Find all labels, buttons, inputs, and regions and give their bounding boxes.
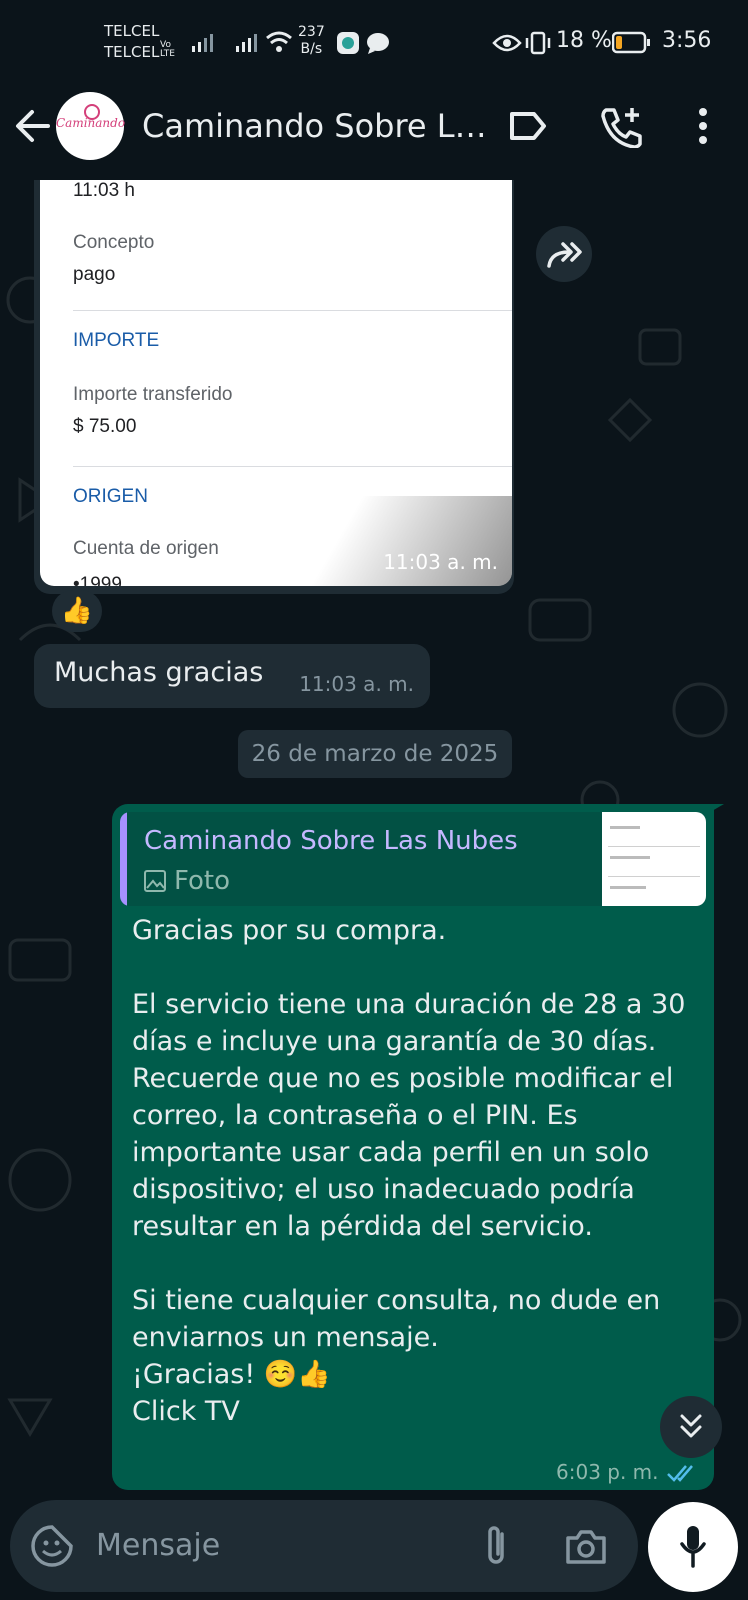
message-input[interactable]: Mensaje <box>96 1528 220 1563</box>
thumb-text <box>610 856 650 859</box>
quote-author: Caminando Sobre Las Nubes <box>144 826 518 856</box>
amount-value: $ 75.00 <box>73 416 137 437</box>
contact-name[interactable]: Caminando Sobre L… <box>142 107 487 145</box>
clock: 3:56 <box>662 28 712 53</box>
status-bar: TELCEL TELCEL Vo LTE 237 B/s 18 % 3:56 <box>0 0 748 88</box>
volte-bottom: LTE <box>160 49 175 59</box>
signal-icon-2 <box>236 34 257 52</box>
receipt-image[interactable]: 11:03 h Concepto pago IMPORTE Importe tr… <box>40 180 512 586</box>
quoted-message[interactable]: Caminando Sobre Las Nubes Foto <box>120 812 706 906</box>
origin-section-title: ORIGEN <box>73 486 148 507</box>
eye-icon <box>492 34 522 52</box>
quote-thumbnail <box>602 812 706 906</box>
photo-icon <box>144 870 166 892</box>
reaction-badge[interactable]: 👍 <box>52 590 102 632</box>
incoming-message[interactable]: Muchas gracias 11:03 a. m. <box>34 644 430 708</box>
amount-section-title: IMPORTE <box>73 330 160 351</box>
chat-notification-icon <box>367 33 389 54</box>
origin-value: •1999 <box>73 574 122 586</box>
net-speed-value: 237 <box>298 24 325 40</box>
emoji-sticker-icon[interactable] <box>30 1524 74 1568</box>
amount-label: Importe transferido <box>73 384 233 405</box>
message-time: 11:03 a. m. <box>383 550 498 574</box>
chat-header: Caminando Caminando Sobre L… <box>0 88 748 180</box>
forward-icon <box>547 242 582 268</box>
attach-icon[interactable] <box>482 1524 512 1570</box>
net-speed-unit: B/s <box>300 41 323 57</box>
message-time: 6:03 p. m. <box>556 1460 659 1484</box>
quote-type: Foto <box>174 866 231 896</box>
signal-icon <box>192 34 213 52</box>
thumb-divider <box>608 876 700 877</box>
message-text: Gracias por su compra. El servicio tiene… <box>132 915 686 1427</box>
avatar-logo-mark <box>84 104 100 120</box>
label-icon[interactable] <box>508 110 548 142</box>
forward-button[interactable] <box>536 226 592 282</box>
vibrate-icon <box>525 31 551 55</box>
thumb-text <box>610 886 646 889</box>
camera-icon[interactable] <box>564 1526 608 1566</box>
back-arrow-icon[interactable] <box>14 108 52 144</box>
date-separator: 26 de marzo de 2025 <box>238 730 512 778</box>
receipt-time: 11:03 h <box>73 180 135 201</box>
carrier-2: TELCEL <box>104 43 160 61</box>
message-text: Muchas gracias <box>54 657 264 688</box>
thumb-text <box>610 826 640 829</box>
volte-badge: Vo LTE <box>160 41 175 59</box>
battery-icon <box>612 31 650 54</box>
avatar[interactable]: Caminando <box>56 92 125 160</box>
wifi-icon <box>266 31 292 52</box>
thumb-divider <box>608 846 700 847</box>
read-receipt-icon <box>667 1465 693 1482</box>
divider <box>73 466 512 467</box>
more-options-icon[interactable] <box>696 106 710 148</box>
quote-accent-bar <box>120 812 127 906</box>
scroll-to-bottom-button[interactable] <box>660 1396 722 1458</box>
message-time: 11:03 a. m. <box>299 672 414 696</box>
battery-percent: 18 % <box>556 28 612 53</box>
divider <box>73 310 512 311</box>
add-call-icon[interactable] <box>598 104 644 148</box>
concept-label: Concepto <box>73 232 155 253</box>
net-speed: 237 B/s <box>298 24 325 58</box>
message-composer[interactable]: Mensaje <box>10 1500 638 1592</box>
carrier-1: TELCEL <box>104 22 160 40</box>
double-chevron-down-icon <box>680 1414 702 1438</box>
microphone-icon <box>680 1526 706 1568</box>
concept-value: pago <box>73 264 116 285</box>
voice-record-button[interactable] <box>648 1502 738 1592</box>
app-notification-icon <box>337 32 359 54</box>
outgoing-message[interactable]: Caminando Sobre Las Nubes Foto Gracias p… <box>112 804 714 1490</box>
origin-label: Cuenta de origen <box>73 538 219 559</box>
